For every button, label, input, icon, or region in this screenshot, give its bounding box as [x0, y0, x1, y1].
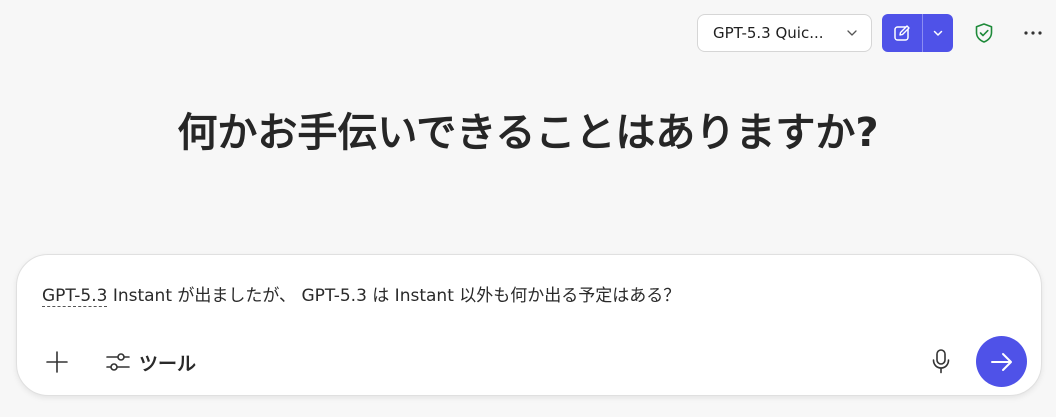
voice-input-button[interactable]	[925, 344, 957, 378]
chevron-down-icon	[933, 30, 943, 36]
shield-check-icon	[975, 23, 993, 43]
compose-icon	[894, 25, 910, 41]
new-chat-split-button	[882, 14, 953, 52]
new-chat-options-button[interactable]	[923, 14, 953, 52]
privacy-shield-button[interactable]	[971, 20, 997, 46]
chevron-down-icon	[847, 30, 857, 36]
message-input[interactable]: GPT-5.3 Instant が出ましたが、 GPT-5.3 は Instan…	[42, 281, 1011, 307]
spellcheck-underlined-word: GPT-5.3	[42, 286, 108, 307]
new-chat-button[interactable]	[882, 14, 922, 52]
message-composer: GPT-5.3 Instant が出ましたが、 GPT-5.3 は Instan…	[16, 254, 1042, 396]
more-horizontal-icon	[1024, 31, 1042, 35]
add-attachment-button[interactable]	[41, 346, 73, 378]
tools-label: ツール	[139, 352, 197, 375]
model-selector[interactable]: GPT-5.3 Quic...	[697, 14, 872, 52]
copilot-page: GPT-5.3 Quic... 何かお手伝いできることはありますか? GPT-5…	[0, 0, 1056, 417]
message-input-text: Instant が出ましたが、 GPT-5.3 は Instant 以外も何か出…	[107, 286, 681, 306]
arrow-right-icon	[990, 352, 1012, 371]
sliders-icon	[106, 353, 130, 371]
send-button[interactable]	[976, 336, 1027, 387]
model-selector-label: GPT-5.3 Quic...	[713, 24, 824, 42]
plus-icon	[46, 351, 68, 373]
tools-button[interactable]: ツール	[101, 346, 200, 378]
greeting-heading: 何かお手伝いできることはありますか?	[177, 110, 879, 156]
microphone-icon	[932, 349, 950, 374]
more-options-button[interactable]	[1019, 20, 1047, 46]
